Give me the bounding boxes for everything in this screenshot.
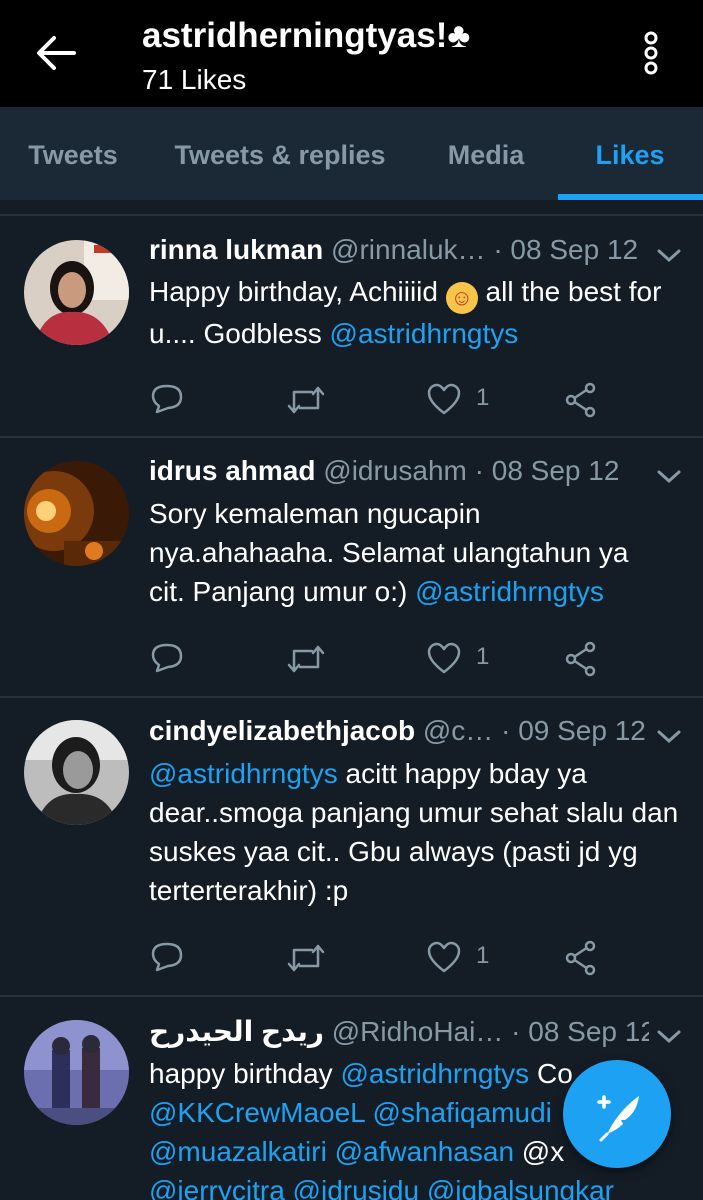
- avatar[interactable]: [24, 1020, 129, 1125]
- author-handle[interactable]: @rinnaluk…: [331, 234, 485, 265]
- heart-icon[interactable]: [426, 641, 462, 677]
- author-handle[interactable]: @c…: [423, 715, 493, 746]
- tweet-text: @astridhrngtys acitt happy bday ya dear.…: [149, 758, 679, 906]
- back-arrow-icon[interactable]: [34, 33, 78, 73]
- author-name[interactable]: idrus ahmad: [149, 455, 315, 486]
- tweet-text: Sory kemaleman ngucapin nya.ahahaaha. Se…: [149, 498, 629, 607]
- reply-icon[interactable]: [149, 641, 185, 677]
- tweet-text: Happy birthday, Achiiiid ☺ all the best …: [149, 276, 662, 349]
- tweet-date: 08 Sep 12: [491, 455, 620, 486]
- share-icon[interactable]: [565, 641, 597, 677]
- author-name[interactable]: ريدح الحيدرح: [149, 1016, 324, 1047]
- like-count: 1: [476, 643, 490, 670]
- mention-link[interactable]: @astridhrngtys: [415, 576, 604, 607]
- tweet-header: rinna lukman @rinnaluk… · 08 Sep 12: [149, 234, 649, 274]
- separator-dot: ·: [493, 234, 503, 265]
- mention-link[interactable]: @afwanhasan: [335, 1136, 514, 1167]
- mention-link[interactable]: @jerrycitra: [149, 1175, 285, 1200]
- tweet-item[interactable]: idrus ahmad @idrusahm · 08 Sep 12 Sory k…: [0, 438, 703, 696]
- chevron-down-icon[interactable]: [656, 468, 682, 486]
- tweet-date: 08 Sep 12: [510, 234, 639, 265]
- tweet-header: ريدح الحيدرح @RidhoHai… · 08 Sep 12: [149, 1015, 649, 1055]
- avatar[interactable]: [24, 240, 129, 345]
- top-app-bar: astridherningtyas!♣ 71 Likes: [0, 0, 703, 107]
- like-count: 1: [476, 942, 490, 969]
- mention-link[interactable]: @iqbalsungkar: [427, 1175, 614, 1200]
- separator-dot: ·: [474, 455, 484, 486]
- mention-link[interactable]: @astridhrngtys: [340, 1058, 529, 1089]
- profile-name-title: astridherningtyas!♣: [142, 16, 471, 55]
- compose-tweet-icon: [597, 1095, 639, 1142]
- avatar[interactable]: [24, 461, 129, 566]
- mention-link[interactable]: @astridhrngtys: [330, 318, 519, 349]
- tab-likes[interactable]: Likes: [574, 107, 686, 200]
- author-name[interactable]: cindyelizabethjacob: [149, 715, 415, 746]
- more-options-icon[interactable]: [636, 30, 666, 76]
- heart-icon[interactable]: [426, 382, 462, 418]
- tweet-header: idrus ahmad @idrusahm · 08 Sep 12: [149, 455, 649, 495]
- tweet-actions: 1: [149, 940, 619, 976]
- mention-link[interactable]: @KKCrewMaoeL: [149, 1097, 365, 1128]
- tab-media[interactable]: Media: [430, 107, 542, 200]
- separator-dot: ·: [511, 1016, 521, 1047]
- share-icon[interactable]: [565, 940, 597, 976]
- tweet-date: 08 Sep 12: [528, 1016, 649, 1047]
- author-handle[interactable]: @RidhoHai…: [332, 1016, 504, 1047]
- tab-tweets-and-replies[interactable]: Tweets & replies: [160, 107, 400, 200]
- profile-tabs: Tweets Tweets & replies Media Likes: [0, 107, 703, 200]
- author-name[interactable]: rinna lukman: [149, 234, 323, 265]
- heart-icon[interactable]: [426, 940, 462, 976]
- tweet-item[interactable]: cindyelizabethjacob @c… · 09 Sep 12 @ast…: [0, 698, 703, 995]
- avatar[interactable]: [24, 720, 129, 825]
- smiling-face-emoji: ☺: [445, 282, 478, 314]
- retweet-icon[interactable]: [286, 940, 326, 976]
- tweet-header: cindyelizabethjacob @c… · 09 Sep 12: [149, 715, 649, 755]
- share-icon[interactable]: [565, 382, 597, 418]
- reply-icon[interactable]: [149, 382, 185, 418]
- chevron-down-icon[interactable]: [656, 1028, 682, 1046]
- tweet-item[interactable]: rinna lukman @rinnaluk… · 08 Sep 12 Happ…: [0, 216, 703, 436]
- tweet-actions: 1: [149, 382, 619, 418]
- tweet-date: 09 Sep 12: [518, 715, 646, 746]
- chevron-down-icon[interactable]: [656, 247, 682, 265]
- mention-link[interactable]: @muazalkatiri: [149, 1136, 327, 1167]
- mention-link[interactable]: @astridhrngtys: [149, 758, 338, 789]
- retweet-icon[interactable]: [286, 641, 326, 677]
- mention-link[interactable]: @shafiqamudi: [372, 1097, 551, 1128]
- like-count: 1: [476, 384, 490, 411]
- reply-icon[interactable]: [149, 940, 185, 976]
- chevron-down-icon[interactable]: [656, 728, 682, 746]
- likes-count-subtitle: 71 Likes: [142, 64, 247, 95]
- separator-dot: ·: [501, 715, 511, 746]
- tweet-feed[interactable]: rinna lukman @rinnaluk… · 08 Sep 12 Happ…: [0, 200, 703, 1200]
- tweet-actions: 1: [149, 641, 619, 677]
- author-handle[interactable]: @idrusahm: [323, 455, 467, 486]
- retweet-icon[interactable]: [286, 382, 326, 418]
- tab-tweets[interactable]: Tweets: [10, 107, 136, 200]
- compose-tweet-button[interactable]: [563, 1060, 671, 1168]
- mention-link[interactable]: @idrusidu: [293, 1175, 419, 1200]
